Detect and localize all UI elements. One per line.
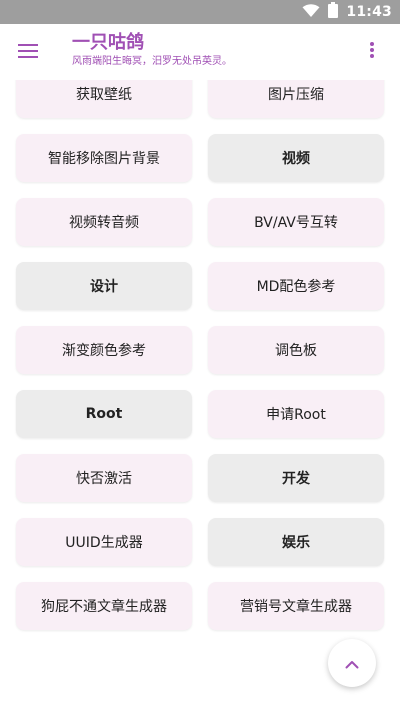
tools-grid: 获取壁纸 图片压缩 智能移除图片背景 视频 视频转音频 BV/AV号互转 设计 … [16, 80, 384, 630]
status-time: 11:43 [346, 4, 392, 20]
more-options-button[interactable] [360, 38, 384, 66]
app-title: 一只咕鸽 [72, 32, 144, 53]
tool-card-gradient-colors[interactable]: 渐变颜色参考 [16, 326, 192, 374]
tool-card-uuid-generator[interactable]: UUID生成器 [16, 518, 192, 566]
menu-button[interactable] [12, 36, 44, 68]
category-card-design[interactable]: 设计 [16, 262, 192, 310]
app-subtitle: 风雨端阳生晦冥，汨罗无处吊英灵。 [72, 56, 232, 67]
scroll-to-top-button[interactable] [328, 639, 376, 687]
tool-card-image-compress[interactable]: 图片压缩 [208, 80, 384, 118]
tool-card-quick-activate[interactable]: 快否激活 [16, 454, 192, 502]
tools-list[interactable]: 获取壁纸 图片压缩 智能移除图片背景 视频 视频转音频 BV/AV号互转 设计 … [0, 80, 400, 710]
category-card-develop[interactable]: 开发 [208, 454, 384, 502]
tool-card-nonsense-article[interactable]: 狗屁不通文章生成器 [16, 582, 192, 630]
category-card-video[interactable]: 视频 [208, 134, 384, 182]
category-card-root[interactable]: Root [16, 390, 192, 438]
tool-card-get-wallpaper[interactable]: 获取壁纸 [16, 80, 192, 118]
category-card-entertainment[interactable]: 娱乐 [208, 518, 384, 566]
app-bar: 一只咕鸽 风雨端阳生晦冥，汨罗无处吊英灵。 [0, 24, 400, 80]
status-bar: 11:43 [0, 0, 400, 24]
tool-card-palette[interactable]: 调色板 [208, 326, 384, 374]
tool-card-request-root[interactable]: 申请Root [208, 390, 384, 438]
tool-card-marketing-article[interactable]: 营销号文章生成器 [208, 582, 384, 630]
tool-card-bv-av-convert[interactable]: BV/AV号互转 [208, 198, 384, 246]
status-icons: 11:43 [302, 0, 392, 24]
tool-card-md-colors[interactable]: MD配色参考 [208, 262, 384, 310]
battery-icon [328, 2, 339, 22]
menu-icon [18, 43, 38, 62]
tool-card-video-to-audio[interactable]: 视频转音频 [16, 198, 192, 246]
app-title-block: 一只咕鸽 风雨端阳生晦冥，汨罗无处吊英灵。 [72, 32, 232, 69]
more-vert-icon [370, 42, 374, 62]
chevron-up-icon [345, 654, 359, 673]
wifi-icon [302, 3, 320, 22]
tool-card-remove-background[interactable]: 智能移除图片背景 [16, 134, 192, 182]
